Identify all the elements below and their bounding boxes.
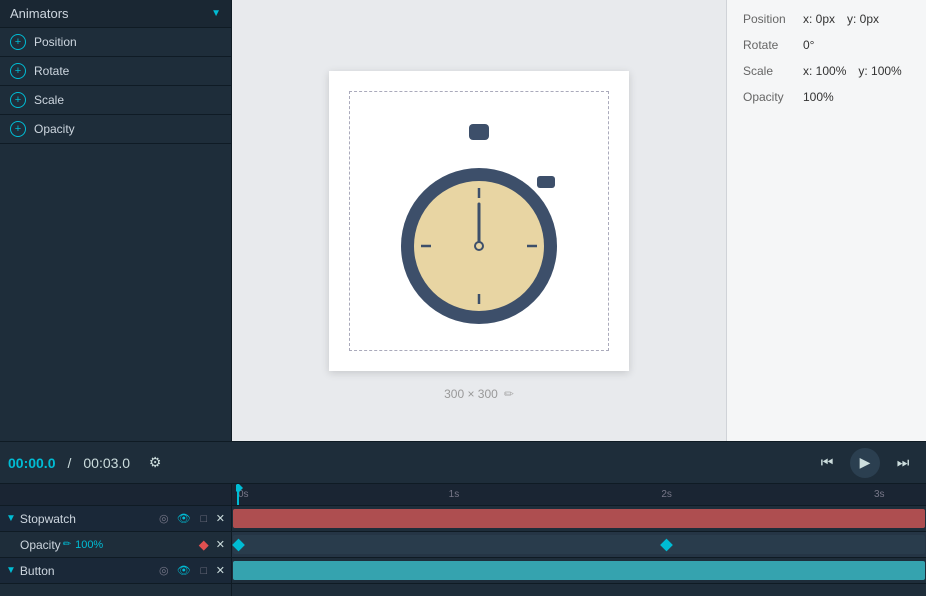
play-button[interactable]: ▶ xyxy=(850,448,880,478)
add-rotate-icon[interactable]: + xyxy=(10,63,26,79)
current-time: 00:00.0 xyxy=(8,455,55,471)
opacity-row-value: 100% xyxy=(75,539,103,551)
button-row-icons: ◎ 👁 □ ✕ xyxy=(156,563,225,579)
opacity-track-bar xyxy=(233,535,925,554)
total-time: 00:03.0 xyxy=(83,455,130,471)
opacity-label: Opacity xyxy=(743,90,803,104)
button-eye-icon[interactable]: 👁 xyxy=(176,563,192,579)
right-panel: Position x: 0px y: 0px Rotate 0° Scale x… xyxy=(726,0,926,441)
timeline-controls: 00:00.0 / 00:03.0 ⚙ ⏮ ▶ ⏭ xyxy=(0,442,926,484)
animator-scale-label: Scale xyxy=(34,93,64,107)
animator-scale[interactable]: + Scale xyxy=(0,86,231,115)
playhead[interactable] xyxy=(237,484,239,505)
scale-label: Scale xyxy=(743,64,803,78)
rotate-value: 0° xyxy=(803,38,814,52)
stopwatch-target-icon[interactable]: ◎ xyxy=(156,511,172,527)
track-row-opacity xyxy=(232,532,926,558)
canvas-area: 300 × 300 ✏ xyxy=(232,0,726,441)
track-row-button xyxy=(232,558,926,584)
animator-position[interactable]: + Position xyxy=(0,28,231,57)
timeline-labels: ▼ Stopwatch ◎ 👁 □ ✕ Opacity ✏ 100% ◆ ✕ xyxy=(0,484,232,596)
stopwatch-row-label: Stopwatch xyxy=(20,512,76,526)
canvas-size-label: 300 × 300 ✏ xyxy=(444,387,514,401)
scale-y-value: y: 100% xyxy=(858,64,901,78)
stopwatch-expand-icon[interactable]: ▼ xyxy=(6,513,16,524)
button-row-label: Button xyxy=(20,564,55,578)
timeline-row-button-label: ▼ Button ◎ 👁 □ ✕ xyxy=(0,558,231,584)
opacity-edit-icon[interactable]: ✏ xyxy=(63,539,71,550)
rotate-label: Rotate xyxy=(743,38,803,52)
stopwatch-delete-icon[interactable]: ✕ xyxy=(216,512,225,525)
timeline-settings-button[interactable]: ⚙ xyxy=(144,452,166,474)
left-panel: Animators ▼ + Position + Rotate + Scale … xyxy=(0,0,232,441)
opacity-row-icons: ◆ ✕ xyxy=(196,537,225,553)
track-tick-header: 0s 1s 2s 3s xyxy=(232,484,926,506)
add-opacity-icon[interactable]: + xyxy=(10,121,26,137)
button-target-icon[interactable]: ◎ xyxy=(156,563,172,579)
animator-position-label: Position xyxy=(34,35,77,49)
timeline-row-stopwatch-label: ▼ Stopwatch ◎ 👁 □ ✕ xyxy=(0,506,231,532)
timeline-rows: ▼ Stopwatch ◎ 👁 □ ✕ Opacity ✏ 100% ◆ ✕ xyxy=(0,484,926,596)
animators-title: Animators xyxy=(10,6,69,21)
timeline-tracks: 0s 1s 2s 3s xyxy=(232,484,926,596)
animator-rotate[interactable]: + Rotate xyxy=(0,57,231,86)
button-lock-icon[interactable]: □ xyxy=(196,563,212,579)
position-label: Position xyxy=(743,12,803,26)
opacity-delete-icon[interactable]: ✕ xyxy=(216,538,225,551)
scale-prop: Scale x: 100% y: 100% xyxy=(743,64,910,78)
animator-opacity[interactable]: + Opacity xyxy=(0,115,231,144)
rewind-button[interactable]: ⏮ xyxy=(812,448,842,478)
stopwatch-eye-icon[interactable]: 👁 xyxy=(176,511,192,527)
opacity-value: 100% xyxy=(803,90,834,104)
stopwatch-track-bar xyxy=(233,509,925,528)
opacity-prop: Opacity 100% xyxy=(743,90,910,104)
forward-button[interactable]: ⏭ xyxy=(888,448,918,478)
tick-3s: 3s xyxy=(874,489,885,500)
add-position-icon[interactable]: + xyxy=(10,34,26,50)
animator-rotate-label: Rotate xyxy=(34,64,69,78)
timeline-area: 00:00.0 / 00:03.0 ⚙ ⏮ ▶ ⏭ ▼ Stopwatch ◎ … xyxy=(0,441,926,596)
animators-header: Animators ▼ xyxy=(0,0,231,28)
position-y-value: y: 0px xyxy=(847,12,879,26)
button-track-bar xyxy=(233,561,925,580)
button-delete-icon[interactable]: ✕ xyxy=(216,564,225,577)
time-separator: / xyxy=(67,455,71,471)
tick-1s: 1s xyxy=(449,489,460,500)
position-x-value: x: 0px xyxy=(803,12,835,26)
stopwatch-row-icons: ◎ 👁 □ ✕ xyxy=(156,511,225,527)
canvas-edit-icon[interactable]: ✏ xyxy=(504,387,514,401)
track-row-stopwatch xyxy=(232,506,926,532)
button-expand-icon[interactable]: ▼ xyxy=(6,565,16,576)
canvas-box[interactable]: 300 × 300 ✏ xyxy=(329,71,629,371)
stopwatch-lock-icon[interactable]: □ xyxy=(196,511,212,527)
animator-opacity-label: Opacity xyxy=(34,122,75,136)
timeline-row-opacity-label: Opacity ✏ 100% ◆ ✕ xyxy=(0,532,231,558)
opacity-diamond-icon[interactable]: ◆ xyxy=(196,537,212,553)
animators-arrow-icon: ▼ xyxy=(211,8,221,19)
tick-2s: 2s xyxy=(661,489,672,500)
scale-x-value: x: 100% xyxy=(803,64,846,78)
position-prop: Position x: 0px y: 0px xyxy=(743,12,910,26)
add-scale-icon[interactable]: + xyxy=(10,92,26,108)
rotate-prop: Rotate 0° xyxy=(743,38,910,52)
stopwatch-graphic xyxy=(389,116,569,326)
opacity-row-label: Opacity xyxy=(20,538,61,552)
tick-area: 0s 1s 2s 3s xyxy=(236,484,922,505)
